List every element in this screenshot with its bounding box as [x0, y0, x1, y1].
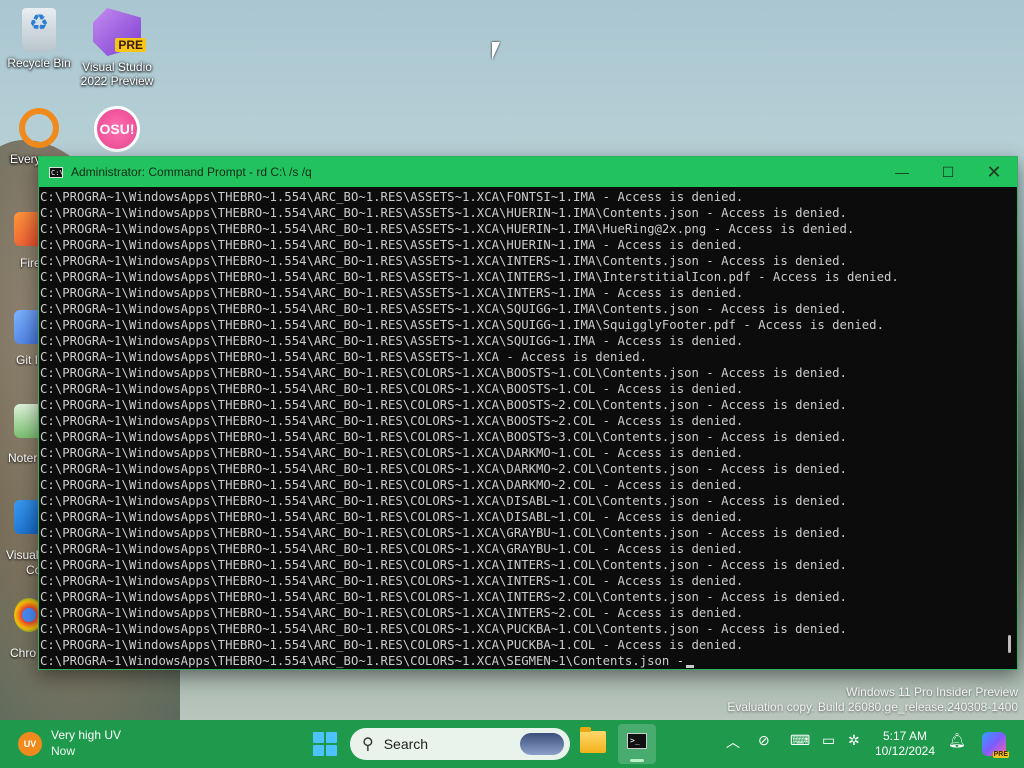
console-line: C:\PROGRA~1\WindowsApps\THEBRO~1.554\ARC… [40, 574, 744, 588]
keyboard-icon[interactable]: ⌨ [790, 732, 810, 749]
console-line: C:\PROGRA~1\WindowsApps\THEBRO~1.554\ARC… [40, 334, 744, 348]
console-line: C:\PROGRA~1\WindowsApps\THEBRO~1.554\ARC… [40, 622, 847, 636]
weather-widget[interactable]: UV Very high UV Now [18, 728, 121, 759]
minimize-button[interactable]: — [879, 157, 925, 187]
console-line: C:\PROGRA~1\WindowsApps\THEBRO~1.554\ARC… [40, 270, 899, 284]
active-indicator [630, 759, 644, 762]
osu-icon: OSU! [94, 106, 140, 152]
clock-date: 10/12/2024 [874, 744, 936, 758]
file-explorer-icon[interactable] [580, 727, 606, 753]
console-line: C:\PROGRA~1\WindowsApps\THEBRO~1.554\ARC… [40, 206, 847, 220]
console-line: C:\PROGRA~1\WindowsApps\THEBRO~1.554\ARC… [40, 558, 847, 572]
recycle-bin-label: Recycle Bin [7, 56, 71, 70]
weather-title: Very high UV [51, 728, 122, 742]
copilot-icon[interactable]: PRE [982, 732, 1009, 758]
console-line: C:\PROGRA~1\WindowsApps\THEBRO~1.554\ARC… [40, 446, 744, 460]
command-prompt-icon: >_ [627, 733, 647, 749]
windows-logo-icon [313, 732, 324, 743]
vscode-label-1: Visual [6, 548, 39, 562]
console-line: C:\PROGRA~1\WindowsApps\THEBRO~1.554\ARC… [40, 638, 744, 652]
search-highlight-image [520, 733, 564, 755]
osu-logo-text: OSU! [99, 121, 135, 137]
console-line: C:\PROGRA~1\WindowsApps\THEBRO~1.554\ARC… [40, 542, 744, 556]
clock[interactable]: 5:17 AM 10/12/2024 [872, 729, 938, 759]
accessibility-icon[interactable]: ✲ [848, 732, 860, 749]
chevron-up-icon[interactable]: ︿ [726, 732, 740, 752]
search-label: Search [383, 736, 429, 752]
search-icon: ⚲ [362, 736, 374, 753]
taskbar-command-prompt[interactable]: >_ [618, 724, 656, 764]
console-line: C:\PROGRA~1\WindowsApps\THEBRO~1.554\ARC… [40, 254, 847, 268]
console-line: C:\PROGRA~1\WindowsApps\THEBRO~1.554\ARC… [40, 590, 847, 604]
console-line: C:\PROGRA~1\WindowsApps\THEBRO~1.554\ARC… [40, 478, 744, 492]
console-line: C:\PROGRA~1\WindowsApps\THEBRO~1.554\ARC… [40, 222, 855, 236]
console-line: C:\PROGRA~1\WindowsApps\THEBRO~1.554\ARC… [40, 526, 847, 540]
osu-shortcut[interactable]: OSU! [78, 106, 156, 156]
console-line: C:\PROGRA~1\WindowsApps\THEBRO~1.554\ARC… [40, 366, 847, 380]
uv-icon: UV [18, 731, 42, 756]
search-box[interactable]: ⚲ Search [350, 728, 570, 760]
everything-icon [19, 108, 59, 148]
copilot-preview-badge: PRE [992, 751, 1009, 758]
display-icon[interactable]: ▭ [822, 732, 835, 749]
console-line: C:\PROGRA~1\WindowsApps\THEBRO~1.554\ARC… [40, 382, 744, 396]
console-line: C:\PROGRA~1\WindowsApps\THEBRO~1.554\ARC… [40, 318, 884, 332]
text-cursor [686, 665, 695, 668]
console-scrollbar[interactable] [1001, 187, 1017, 669]
window-title: Administrator: Command Prompt - rd C:\ /… [71, 165, 312, 179]
console-output[interactable]: C:\PROGRA~1\WindowsApps\THEBRO~1.554\ARC… [39, 187, 1001, 669]
recycle-bin-shortcut[interactable]: Recycle Bin [0, 8, 78, 70]
start-button[interactable] [313, 732, 337, 756]
console-line: C:\PROGRA~1\WindowsApps\THEBRO~1.554\ARC… [40, 350, 648, 364]
watermark-edition: Windows 11 Pro Insider Preview [846, 685, 1018, 699]
console-line: C:\PROGRA~1\WindowsApps\THEBRO~1.554\ARC… [40, 398, 847, 412]
console-line: C:\PROGRA~1\WindowsApps\THEBRO~1.554\ARC… [40, 414, 744, 428]
console-line: C:\PROGRA~1\WindowsApps\THEBRO~1.554\ARC… [40, 286, 744, 300]
recycle-bin-icon [22, 8, 56, 52]
console-line: C:\PROGRA~1\WindowsApps\THEBRO~1.554\ARC… [40, 430, 847, 444]
command-prompt-icon: C:\ [49, 166, 64, 178]
console-line: C:\PROGRA~1\WindowsApps\THEBRO~1.554\ARC… [40, 606, 744, 620]
console-line: C:\PROGRA~1\WindowsApps\THEBRO~1.554\ARC… [40, 510, 744, 524]
close-button[interactable]: ✕ [971, 157, 1017, 187]
mouse-pointer-icon [492, 42, 500, 60]
git-label: Git I [16, 353, 39, 367]
clock-time: 5:17 AM [882, 729, 928, 743]
chrome-label: Chro [10, 646, 37, 660]
visual-studio-shortcut[interactable]: PRE Visual Studio 2022 Preview [78, 8, 156, 88]
scrollbar-thumb[interactable] [1008, 635, 1011, 653]
notepad-label: Noter [8, 451, 38, 465]
console-line: C:\PROGRA~1\WindowsApps\THEBRO~1.554\ARC… [40, 653, 1001, 669]
window-titlebar[interactable]: C:\ Administrator: Command Prompt - rd C… [39, 157, 1017, 187]
evaluation-watermark: Windows 11 Pro Insider Preview Evaluatio… [727, 685, 1018, 715]
bell-icon[interactable]: 🔔︎ [948, 732, 966, 749]
taskbar: UV Very high UV Now ⚲ Search >_ ︿ ⊘ ⌨ ▭ … [0, 720, 1024, 768]
watermark-build: Evaluation copy. Build 26080.ge_release.… [727, 700, 1018, 714]
maximize-button[interactable]: ☐ [925, 157, 971, 187]
command-prompt-window[interactable]: C:\ Administrator: Command Prompt - rd C… [38, 156, 1018, 670]
desktop: Recycle Bin PRE Visual Studio 2022 Previ… [0, 0, 1024, 720]
network-off-icon[interactable]: ⊘ [758, 732, 770, 749]
console-line: C:\PROGRA~1\WindowsApps\THEBRO~1.554\ARC… [40, 494, 847, 508]
preview-badge: PRE [115, 38, 146, 52]
console-line: C:\PROGRA~1\WindowsApps\THEBRO~1.554\ARC… [40, 462, 847, 476]
console-line: C:\PROGRA~1\WindowsApps\THEBRO~1.554\ARC… [40, 238, 744, 252]
console-line: C:\PROGRA~1\WindowsApps\THEBRO~1.554\ARC… [40, 302, 847, 316]
console-line: C:\PROGRA~1\WindowsApps\THEBRO~1.554\ARC… [40, 190, 744, 204]
weather-subtitle: Now [51, 744, 76, 758]
visual-studio-label: Visual Studio 2022 Preview [80, 60, 154, 88]
